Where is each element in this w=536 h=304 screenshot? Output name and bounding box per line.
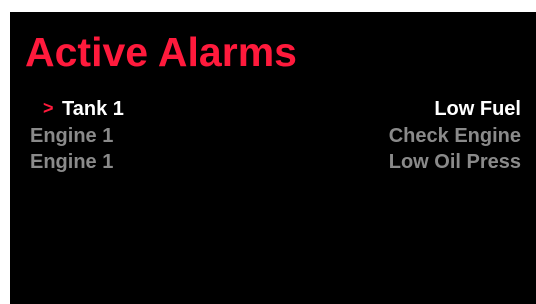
alarm-message: Check Engine	[388, 124, 521, 147]
alarm-row[interactable]: Engine 1 Low Oil Press	[30, 149, 521, 176]
alarm-row[interactable]: Engine 1 Check Engine	[30, 123, 521, 150]
alarm-message: Low Oil Press	[388, 151, 521, 173]
selection-caret-icon: >	[43, 98, 54, 118]
page-title: Active Alarms	[25, 29, 297, 75]
alarm-source: Engine 1	[30, 124, 114, 147]
alarm-message: Low Fuel	[434, 98, 521, 120]
alarm-source: Tank 1	[62, 98, 124, 120]
alarm-source: Engine 1	[30, 151, 114, 173]
alarm-screen: Active Alarms > Tank 1 Low Fuel Engine 1…	[10, 12, 536, 304]
alarm-row[interactable]: > Tank 1 Low Fuel	[30, 96, 521, 123]
alarm-list: > Tank 1 Low Fuel Engine 1 Check Engine …	[30, 96, 521, 176]
